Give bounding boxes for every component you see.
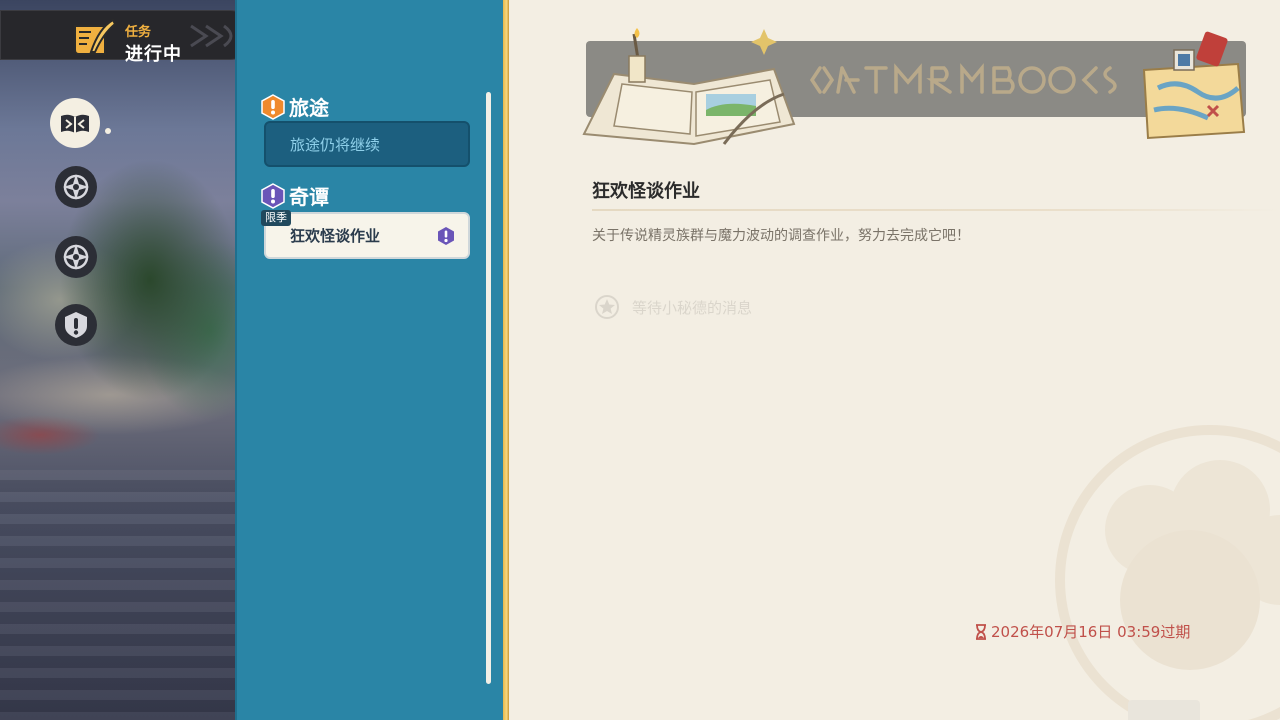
quest-expiry-text: 2026年07月16日 03:59过期: [991, 623, 1191, 641]
compass-icon: [63, 244, 89, 270]
quest-objective-row: 等待小秘德的消息: [594, 294, 752, 320]
nav-compass-button-b[interactable]: [55, 236, 97, 278]
banner-runes-icon: [810, 63, 1117, 94]
nav-quest-book-button[interactable]: [50, 98, 100, 148]
title-divider: [592, 209, 1280, 211]
quest-detail-description: 关于传说精灵族群与魔力波动的调查作业，努力去完成它吧！: [592, 228, 970, 244]
limited-season-tag: 限季: [261, 210, 291, 226]
header-subtitle: 任务: [125, 25, 152, 40]
quest-item-carnival[interactable]: 狂欢怪谈作业: [264, 212, 470, 259]
exclamation-shield-icon: [65, 312, 87, 338]
purple-alert-icon: [438, 227, 454, 245]
quest-item-journey[interactable]: 旅途仍将继续: [264, 121, 470, 167]
watermark-emblem-icon: [1055, 425, 1280, 720]
quest-item-label: 狂欢怪谈作业: [290, 227, 381, 245]
open-book-illustration-icon: [582, 28, 796, 146]
quest-list-scrollbar[interactable]: [486, 92, 491, 684]
quest-objective-text: 等待小秘德的消息: [632, 298, 753, 317]
quest-detail-title: 狂欢怪谈作业: [592, 181, 700, 202]
orange-alert-icon: [261, 93, 285, 120]
nav-active-dot: [105, 128, 111, 134]
category-journey-header: 旅途: [260, 92, 329, 121]
nav-alert-button[interactable]: [55, 304, 97, 346]
purple-alert-icon: [261, 182, 285, 209]
quest-item-label: 旅途仍将继续: [290, 135, 381, 154]
objective-star-icon: [595, 295, 619, 319]
category-journey-title: 旅途: [289, 96, 329, 120]
background-steps: [0, 470, 235, 720]
compass-icon: [63, 174, 89, 200]
header-decoration-icon: [190, 24, 233, 48]
category-tale-title: 奇谭: [289, 185, 329, 209]
header-title: 进行中: [125, 44, 182, 65]
quest-status-header: 任务 进行中: [0, 10, 255, 65]
category-tale-header: 奇谭: [260, 181, 329, 210]
quest-expiry: 2026年07月16日 03:59过期: [974, 621, 1190, 642]
nav-compass-button-a[interactable]: [55, 166, 97, 208]
treasure-map-illustration-icon: [1142, 31, 1246, 140]
quest-scroll-icon: [74, 18, 117, 55]
open-book-icon: [61, 114, 89, 133]
hourglass-icon: [976, 623, 986, 640]
bottom-corner-tab: [1128, 700, 1200, 720]
